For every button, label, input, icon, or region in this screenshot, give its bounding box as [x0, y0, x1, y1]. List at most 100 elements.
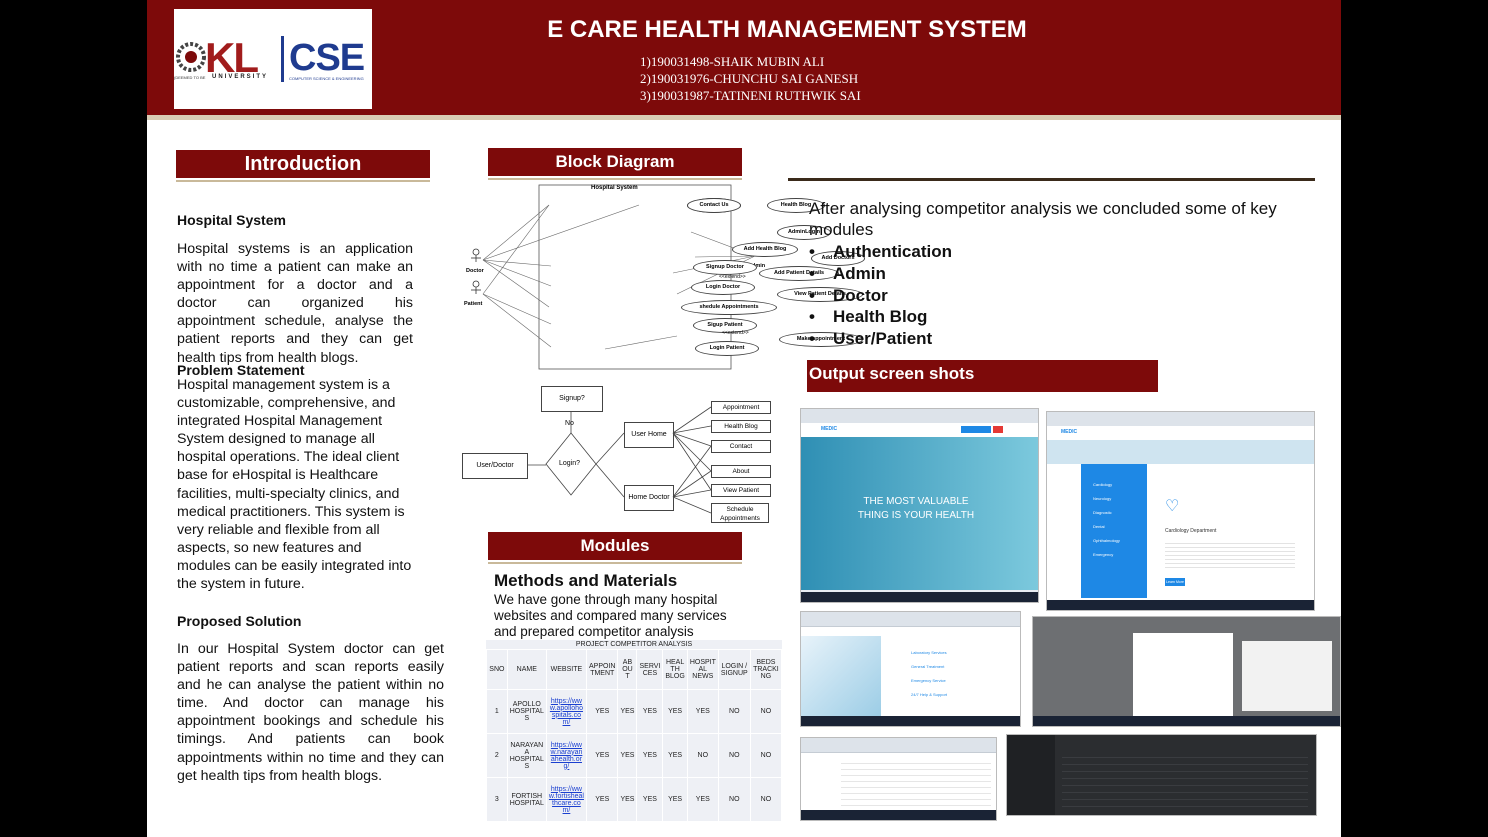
actor-doctor: Doctor [466, 268, 484, 274]
table-row: 3 FORTISH HOSPITAL https://www.fortishea… [486, 777, 783, 822]
cell-website: https://www.narayanahealth.org/ [545, 733, 588, 778]
login-button [993, 426, 1003, 433]
hero-text: THE MOST VALUABLE THING IS YOUR HEALTH [857, 496, 975, 521]
cell-services: YES [636, 689, 664, 734]
browser-bar [1047, 412, 1314, 427]
heart-icon: ♡ [1165, 498, 1180, 515]
flow-login: Login? [559, 460, 581, 467]
cell-about: YES [617, 733, 638, 778]
col-health-blog: HEAL TH BLOG [662, 649, 688, 690]
service-emergency: Emergency Service [911, 678, 946, 683]
cell-health-blog: YES [662, 733, 688, 778]
kl-cse-logo: KL CSE (DEEMED TO BE UNIVERSITY COMPUTER… [174, 9, 372, 109]
usecase-title: Hospital System [591, 185, 638, 191]
solution-text: In our Hospital System doctor can get pa… [177, 641, 444, 784]
narayana-link[interactable]: https://www.narayanahealth.org/ [550, 742, 582, 770]
appointment-form [1133, 633, 1233, 717]
cell-name: NARAYAN A HOSPITAL S [506, 733, 547, 778]
form-side-panel [1242, 641, 1332, 711]
sidebar-neurology: Neurology [1093, 496, 1112, 501]
usecase-signup-doctor: Signup Doctor [693, 260, 757, 275]
usecase-extend-2: <<extend>> [722, 330, 749, 336]
solution-heading: Proposed Solution [177, 613, 302, 629]
cell-appointment: YES [586, 733, 619, 778]
key-modules-list: Authentication Admin Doctor Health Blog … [809, 241, 952, 350]
poster-title: E CARE HEALTH MANAGEMENT SYSTEM [547, 16, 1027, 43]
dept-text-lines [1165, 540, 1295, 570]
methods-heading: Methods and Materials [494, 571, 678, 590]
appointment-button [961, 426, 991, 433]
usecase-schedule-appointments: shedule Appointments [681, 300, 777, 315]
cell-services: YES [636, 777, 664, 822]
author-1: 1)190031498-SHAIK MUBIN ALI [640, 54, 825, 69]
site-nav: MEDIC [801, 423, 1038, 437]
cell-about: YES [617, 689, 638, 734]
cell-website: https://www.apollohospitals.com/ [545, 689, 588, 734]
methods-text: We have gone through many hospital websi… [494, 592, 727, 639]
introduction-bar: Introduction [176, 150, 430, 182]
cell-login-signup: NO [717, 689, 751, 734]
sidebar-dental: Dental [1093, 524, 1105, 529]
flow-health-blog: Health Blog [711, 420, 771, 433]
logo-cse: CSE [289, 37, 365, 79]
col-login-signup: LOGIN / SIGNUP [717, 649, 751, 690]
cell-about: YES [617, 777, 638, 822]
hospital-system-heading: Hospital System [177, 212, 286, 228]
brand-logo: MEDIC [1061, 429, 1078, 435]
author-2: 2)190031976-CHUNCHU SAI GANESH [640, 71, 859, 86]
poster-header: KL CSE (DEEMED TO BE UNIVERSITY COMPUTER… [147, 0, 1341, 115]
modules-bar: Modules [488, 532, 742, 564]
sidebar-emergency: Emergency [1093, 552, 1114, 557]
learn-more-button: Learn More [1165, 578, 1185, 586]
col-sno: SNO [486, 649, 508, 690]
apollo-link[interactable]: https://www.apollohospitals.com/ [550, 698, 583, 726]
flow-user-doctor: User/Doctor [462, 453, 528, 479]
block-diagram-bar: Block Diagram [488, 148, 742, 180]
browser-bar [801, 612, 1020, 627]
sidebar-diagnostic: Diagnostic [1093, 510, 1112, 515]
screenshot-admin-table [800, 737, 997, 821]
services-image [801, 636, 881, 716]
table-row: 2 NARAYAN A HOSPITAL S https://www.naray… [486, 733, 783, 778]
screenshot-home: MEDIC THE MOST VALUABLE THING IS YOUR HE… [800, 408, 1039, 603]
col-about: AB OU T [617, 649, 638, 690]
logo-divider [281, 36, 284, 82]
cell-health-blog: YES [662, 689, 688, 734]
cell-login-signup: NO [717, 733, 751, 778]
flow-user-home: User Home [624, 422, 674, 448]
sidebar-ophthalmology: Ophthalmology [1093, 538, 1120, 543]
cell-appointment: YES [586, 689, 619, 734]
cell-hospital-news: YES [686, 777, 719, 822]
hospital-system-text: Hospital systems is an application with … [177, 241, 413, 366]
module-user-patient: User/Patient [809, 328, 952, 350]
flow-appointment: Appointment [711, 401, 771, 414]
screenshot-appointment-form [1032, 616, 1341, 727]
flow-home-doctor: Home Doctor [624, 485, 674, 511]
hero-banner: THE MOST VALUABLE THING IS YOUR HEALTH [801, 437, 1038, 590]
fortis-link[interactable]: https://www.fortishealthcare.com/ [549, 786, 584, 814]
module-authentication: Authentication [809, 241, 952, 263]
cell-sno: 3 [486, 777, 508, 822]
author-3: 3)190031987-TATINENI RUTHWIK SAI [640, 88, 861, 103]
flow-contact: Contact [711, 440, 771, 453]
col-services: SERVI CES [636, 649, 664, 690]
taskbar [801, 716, 1020, 726]
dept-sidebar: Cardiology Neurology Diagnostic Dental O… [1081, 464, 1147, 598]
admin-table-rows [841, 758, 991, 806]
flow-signup: Signup? [541, 386, 603, 412]
col-appointment: APPOIN TMENT [586, 649, 619, 690]
brand-logo: MEDIC [821, 426, 838, 432]
taskbar [1047, 600, 1314, 610]
usecase-add-health-blog: Add Health Blog [732, 242, 798, 257]
module-admin: Admin [809, 263, 952, 285]
col-hospital-news: HOSPIT AL NEWS [686, 649, 719, 690]
problem-text: Hospital management system is a customiz… [177, 377, 412, 593]
dark-sidebar [1007, 735, 1055, 815]
module-health-blog: Health Blog [809, 306, 952, 328]
cell-services: YES [636, 733, 664, 778]
cell-beds-tracking: NO [749, 689, 783, 734]
taskbar [801, 810, 996, 820]
browser-bar [801, 738, 996, 753]
col-beds-tracking: BEDS TRACKI NG [749, 649, 783, 690]
usecase-login-patient: Login Patient [695, 341, 759, 356]
